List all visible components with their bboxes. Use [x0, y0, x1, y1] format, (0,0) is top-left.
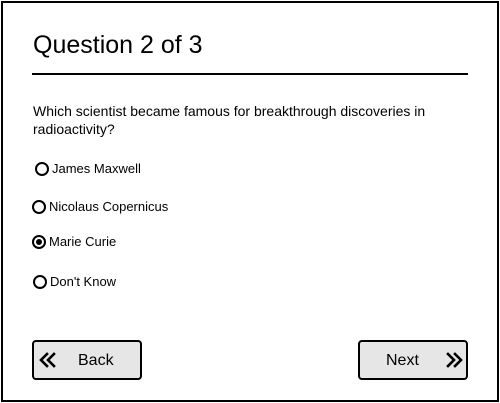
answer-option-label: Don't Know [50, 274, 117, 289]
answer-option-dont-know[interactable]: Don't Know [33, 274, 116, 290]
answer-option-james-maxwell[interactable]: James Maxwell [35, 161, 141, 177]
answer-option-marie-curie[interactable]: Marie Curie [32, 234, 116, 250]
radio-button[interactable] [32, 200, 46, 214]
radio-button[interactable] [35, 162, 49, 176]
answer-option-label: Marie Curie [49, 234, 117, 249]
radio-button[interactable] [33, 275, 47, 289]
back-button-label: Back [78, 352, 114, 369]
back-button[interactable]: Back [32, 340, 142, 380]
next-button-label: Next [386, 352, 419, 369]
question-title: Question 2 of 3 [33, 31, 203, 59]
answer-option-nicolaus-copernicus[interactable]: Nicolaus Copernicus [32, 199, 168, 215]
double-chevron-right-icon [444, 352, 464, 368]
answer-option-label: Nicolaus Copernicus [49, 199, 169, 214]
question-text: Which scientist became famous for breakt… [33, 103, 426, 137]
radio-button-selected[interactable] [32, 235, 46, 249]
double-chevron-left-icon [38, 352, 58, 368]
next-button[interactable]: Next [358, 340, 468, 380]
answer-option-label: James Maxwell [52, 161, 141, 176]
title-divider [32, 73, 468, 75]
